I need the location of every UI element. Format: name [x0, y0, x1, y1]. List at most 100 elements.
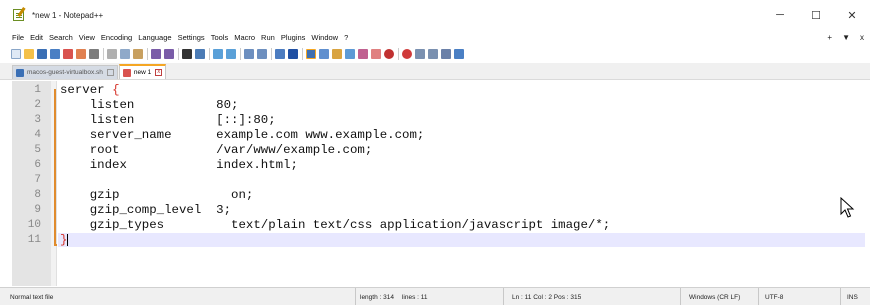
- sync-vertical-icon[interactable]: [244, 48, 254, 59]
- menu-edit[interactable]: Edit: [30, 33, 43, 42]
- menu-macro[interactable]: Macro: [234, 33, 255, 42]
- save-macro-icon[interactable]: [454, 48, 464, 59]
- close-button[interactable]: ✕: [834, 0, 870, 30]
- code-text: gzip_types text/plain text/css applicati…: [60, 218, 611, 233]
- document-map-icon[interactable]: [332, 48, 342, 59]
- close-file-icon[interactable]: [63, 48, 73, 59]
- saved-file-icon: [16, 68, 24, 77]
- line-number: 3: [34, 113, 41, 126]
- folder-as-workspace-icon[interactable]: [358, 48, 368, 59]
- code-text: server: [60, 82, 113, 97]
- window-title: *new 1 - Notepad++: [32, 10, 104, 20]
- paste-icon[interactable]: [133, 48, 143, 59]
- code-line: 1 server {: [12, 82, 865, 97]
- playback-icon[interactable]: [428, 48, 438, 59]
- close-tab-icon[interactable]: x: [155, 69, 163, 76]
- code-text: server_name example.com www.example.com;: [60, 127, 425, 142]
- status-encoding: UTF-8: [758, 288, 840, 305]
- code-text: listen 80;: [60, 97, 239, 112]
- sync-horizontal-icon[interactable]: [257, 48, 267, 59]
- title-bar: *new 1 - Notepad++ ─ ☐ ✕: [0, 0, 870, 30]
- tab-new-1[interactable]: new 1 x: [118, 64, 167, 79]
- code-line: 8 gzip on;: [12, 188, 865, 203]
- undo-icon[interactable]: [151, 48, 161, 59]
- code-text: root /var/www/example.com;: [60, 142, 373, 157]
- menu-window[interactable]: Window: [311, 33, 338, 42]
- line-number: 10: [27, 219, 41, 232]
- menu-view[interactable]: View: [79, 33, 95, 42]
- new-tab-plus-button[interactable]: +: [827, 33, 832, 42]
- line-number: 8: [34, 189, 41, 202]
- show-all-characters-icon[interactable]: [288, 48, 298, 59]
- replace-icon[interactable]: [195, 48, 205, 59]
- zoom-in-icon[interactable]: [213, 48, 223, 59]
- tab-bar: macos-guest-virtualbox.sh new 1 x: [0, 63, 870, 80]
- status-cursor-position: Ln : 11 Col : 2 Pos : 315: [503, 288, 680, 305]
- word-wrap-icon[interactable]: [275, 48, 285, 59]
- user-language-icon[interactable]: [319, 48, 329, 59]
- menu-encoding[interactable]: Encoding: [101, 33, 132, 42]
- maximize-button[interactable]: ☐: [798, 0, 834, 30]
- code-line: 9 gzip_comp_level 3;: [12, 203, 865, 218]
- run-macro-multiple-icon[interactable]: [441, 48, 451, 59]
- code-line-current: 11 }: [12, 233, 865, 248]
- status-bar: Normal text file length : 314 lines : 11…: [0, 287, 870, 305]
- zoom-out-icon[interactable]: [226, 48, 236, 59]
- line-number: 7: [34, 174, 41, 187]
- code-line: 5 root /var/www/example.com;: [12, 142, 865, 157]
- line-number: 1: [34, 83, 41, 96]
- save-icon[interactable]: [37, 48, 47, 59]
- menu-run[interactable]: Run: [261, 33, 275, 42]
- indent-guide-icon[interactable]: [306, 48, 316, 59]
- redo-icon[interactable]: [164, 48, 174, 59]
- mouse-pointer-icon: [840, 197, 855, 218]
- code-line: 6 index index.html;: [12, 157, 865, 172]
- status-lines: lines : 11: [401, 293, 428, 301]
- line-number: 6: [34, 159, 41, 172]
- close-brace: }: [60, 233, 68, 248]
- monitoring-icon[interactable]: [371, 48, 381, 59]
- text-caret: [67, 234, 69, 247]
- close-tab-icon[interactable]: [106, 69, 114, 76]
- notepad-plus-plus-icon: [12, 7, 26, 22]
- tab-list-dropdown-button[interactable]: ▼: [842, 33, 850, 42]
- close-all-icon[interactable]: [76, 48, 86, 59]
- new-file-icon[interactable]: [11, 48, 21, 59]
- start-recording-icon[interactable]: [402, 48, 412, 59]
- line-number: 5: [34, 143, 41, 156]
- editor-area[interactable]: 1 server { 2 listen 80; 3 listen [::]:80…: [12, 81, 865, 286]
- menu-file[interactable]: File: [12, 33, 24, 42]
- status-eol: Windows (CR LF): [680, 288, 758, 305]
- line-number: 11: [27, 234, 41, 247]
- menu-plugins[interactable]: Plugins: [281, 33, 306, 42]
- unsaved-file-icon: [122, 68, 131, 77]
- function-list-icon[interactable]: [345, 48, 355, 59]
- status-length: length : 314: [360, 293, 394, 301]
- tab-label: new 1: [133, 69, 152, 76]
- print-icon[interactable]: [89, 48, 99, 59]
- code-line: 2 listen 80;: [12, 97, 865, 112]
- menu-help[interactable]: ?: [344, 33, 348, 42]
- line-number: 4: [34, 128, 41, 141]
- open-folder-icon[interactable]: [24, 48, 34, 59]
- copy-icon[interactable]: [120, 48, 130, 59]
- line-number: 9: [34, 204, 41, 217]
- stop-recording-icon[interactable]: [415, 48, 425, 59]
- menu-settings[interactable]: Settings: [178, 33, 205, 42]
- code-lines: 1 server { 2 listen 80; 3 listen [::]:80…: [12, 82, 865, 248]
- status-length-lines: length : 314 lines : 11: [355, 288, 503, 305]
- cut-icon[interactable]: [107, 48, 117, 59]
- menu-tools[interactable]: Tools: [211, 33, 229, 42]
- menu-language[interactable]: Language: [138, 33, 171, 42]
- save-all-icon[interactable]: [50, 48, 60, 59]
- code-text: index index.html;: [60, 158, 298, 173]
- find-icon[interactable]: [182, 48, 192, 59]
- toolbar: [0, 44, 870, 63]
- record-macro-icon[interactable]: [384, 48, 394, 59]
- tab-macos-guest-virtualbox[interactable]: macos-guest-virtualbox.sh: [12, 65, 118, 79]
- close-document-button[interactable]: x: [860, 33, 864, 42]
- status-insert-mode: INS: [840, 288, 870, 305]
- menu-search[interactable]: Search: [49, 33, 73, 42]
- code-line: 3 listen [::]:80;: [12, 112, 865, 127]
- minimize-button[interactable]: ─: [762, 0, 798, 30]
